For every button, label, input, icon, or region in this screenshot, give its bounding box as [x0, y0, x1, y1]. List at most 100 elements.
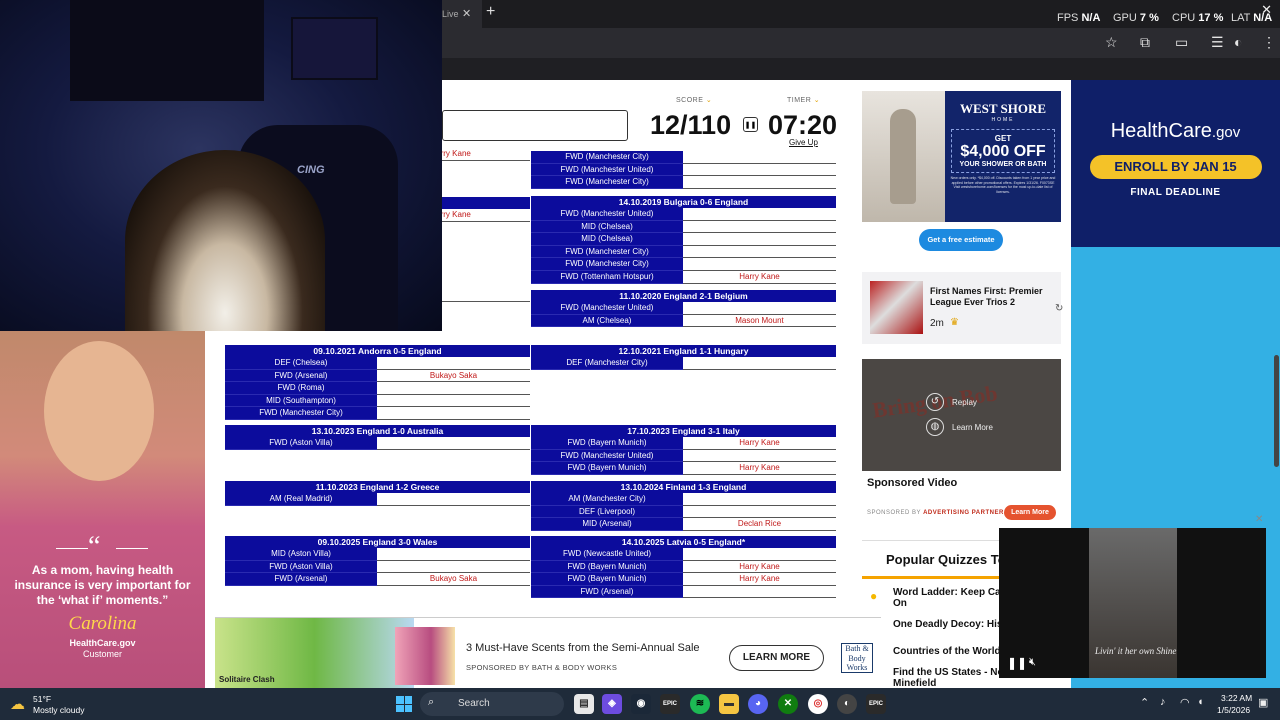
spotify-icon[interactable]: ≋ — [690, 694, 710, 714]
related-quiz-card[interactable]: First Names First: Premier League Ever T… — [862, 272, 1061, 344]
close-video-icon[interactable]: ✕ — [1255, 514, 1263, 525]
folder-icon[interactable]: ▬ — [719, 694, 739, 714]
tab-close-icon[interactable]: ✕ — [462, 7, 471, 20]
learn-more-control[interactable]: ◍ Learn More — [926, 418, 993, 436]
clock-time[interactable]: 3:22 AM — [1221, 693, 1252, 703]
scorer-answer: Bukayo Saka — [377, 369, 530, 383]
timer-label: TIMER ⌄ — [787, 97, 821, 104]
customer-role: Customer — [82, 649, 122, 659]
position-club: FWD (Bayern Munich) — [531, 437, 683, 450]
scorer-answer: Harry Kane — [683, 560, 836, 574]
bottom-ad-headline[interactable]: 3 Must-Have Scents from the Semi-Annual … — [466, 642, 700, 654]
extensions-icon[interactable]: ⧉ — [1140, 34, 1150, 51]
ad-panel: WEST SHORE HOME GET $4,000 OFF YOUR SHOW… — [945, 91, 1061, 222]
discord-icon[interactable]: ◕ — [748, 694, 768, 714]
menu-icon[interactable]: ⋮ — [1262, 34, 1276, 51]
new-tab-button[interactable]: + — [486, 3, 495, 21]
learn-more-button[interactable]: LEARN MORE — [729, 645, 824, 671]
free-estimate-button[interactable]: Get a free estimate — [919, 229, 1003, 251]
xbox-icon[interactable]: ✕ — [778, 694, 798, 714]
westshore-ad[interactable]: WEST SHORE HOME GET $4,000 OFF YOUR SHOW… — [862, 91, 1061, 222]
ad-offer: $4,000 OFF — [960, 143, 1046, 160]
match-header: 13.10.2024 Finland 1-3 England — [531, 481, 836, 493]
position-club: FWD (Tottenham Hotspur) — [531, 270, 683, 284]
star-icon[interactable]: ☆ — [1105, 34, 1118, 51]
refresh-icon[interactable]: ↻ — [1055, 303, 1063, 314]
scorer-answer — [377, 548, 530, 561]
reading-list-icon[interactable]: ☰ — [1211, 34, 1224, 51]
popular-title: Popular Quizzes To — [886, 552, 1006, 567]
window-close-icon[interactable]: ✕ — [1261, 2, 1272, 18]
sponsored-video-player[interactable]: Bring on Bob ↺ Replay ◍ Learn More — [862, 359, 1061, 471]
clock-date[interactable]: 1/5/2026 — [1217, 705, 1250, 715]
scorer-answer — [683, 449, 836, 463]
match-header: 17.10.2023 England 3-1 Italy — [531, 425, 836, 437]
start-button[interactable] — [396, 696, 412, 712]
match-block: 13.10.2023 England 1-0 Australia FWD (Ast… — [225, 425, 530, 450]
position-club: FWD (Manchester United) — [531, 163, 683, 177]
enroll-button[interactable]: ENROLL BY JAN 15 — [1089, 155, 1262, 179]
scorer-answer — [377, 394, 530, 408]
position-club: MID (Chelsea) — [531, 233, 683, 246]
volume-icon[interactable]: ◖ — [1197, 696, 1204, 708]
position-club: FWD (Manchester City) — [531, 258, 683, 271]
split-screen-icon[interactable]: ▭ — [1175, 34, 1188, 51]
answer-row: FWD (Arsenal) Bukayo Saka — [225, 573, 530, 586]
answer-row: FWD (Roma) — [225, 382, 530, 395]
match-block: 12.10.2021 England 1-1 Hungary DEF (Manch… — [531, 345, 836, 370]
replay-control[interactable]: ↺ Replay — [926, 393, 977, 411]
taskbar-search[interactable]: Search — [420, 692, 564, 716]
video-learn-more-button[interactable]: Learn More — [1004, 505, 1056, 520]
floating-video-player[interactable]: Livin' it her own Shine ❚❚ 🔇︎ — [999, 528, 1266, 678]
microphone-icon[interactable]: ♪ — [1160, 696, 1166, 708]
file-explorer-icon[interactable]: ▤ — [574, 694, 594, 714]
weather-temp[interactable]: 51°F — [33, 694, 51, 704]
replay-icon: ↺ — [926, 393, 944, 411]
answer-input[interactable] — [442, 110, 628, 141]
testimonial-site: HealthCare.gov — [69, 638, 136, 648]
scorer-answer — [683, 258, 836, 271]
recorder-icon[interactable]: ◐ — [837, 694, 857, 714]
bulb-icon: ● — [870, 589, 878, 603]
position-club: AM (Chelsea) — [531, 314, 683, 328]
mute-icon[interactable]: 🔇︎ — [1029, 656, 1036, 669]
epic-games-icon[interactable]: EPIC — [660, 694, 680, 714]
pause-button[interactable]: ❚❚ — [743, 117, 758, 132]
answer-row: MID (Aston Villa) — [225, 548, 530, 561]
position-club: FWD (Manchester City) — [531, 245, 683, 259]
epic-launcher-icon[interactable]: EPIC — [866, 694, 886, 714]
scorer-answer — [377, 407, 530, 420]
weather-icon[interactable]: ☁ — [10, 695, 25, 713]
browser-tab[interactable]: Live — [440, 0, 482, 28]
fps-readout: FPS N/A — [1057, 12, 1101, 24]
tray-overflow-icon[interactable]: ⌃ — [1140, 696, 1149, 709]
bottom-ad-strip[interactable]: Solitaire Clash 3 Must-Have Scents from … — [215, 617, 881, 689]
answer-row: FWD (Manchester City) — [225, 407, 530, 420]
healthcare-testimonial-ad[interactable]: “ As a mom, having health insurance is v… — [0, 331, 205, 688]
give-up-link[interactable]: Give Up — [789, 138, 818, 147]
game-ad-label: Solitaire Clash — [219, 675, 275, 684]
answer-row: FWD (Manchester City) — [531, 151, 836, 164]
scorer-answer — [377, 493, 530, 506]
bbw-logo: Bath & Body Works — [841, 643, 873, 673]
answer-row: MID (Southampton) — [225, 394, 530, 408]
pause-icon[interactable]: ❚❚ — [1007, 656, 1027, 670]
ad-fine-print: New orders only. *$4,000 off. Discounts … — [950, 176, 1056, 194]
copilot-icon[interactable]: ◈ — [602, 694, 622, 714]
steam-icon[interactable]: ◉ — [631, 694, 651, 714]
healthcare-ad[interactable]: HealthCare.gov ENROLL BY JAN 15 FINAL DE… — [1071, 80, 1280, 247]
ad-brand: WEST SHORE — [959, 101, 1047, 116]
wifi-icon[interactable]: ◠ — [1180, 696, 1190, 709]
profile-icon[interactable]: ◐ — [1234, 34, 1242, 50]
weather-desc[interactable]: Mostly cloudy — [33, 705, 85, 715]
answer-row: FWD (Manchester United) — [531, 163, 836, 177]
position-club: FWD (Manchester United) — [531, 302, 683, 315]
page-scrollbar[interactable] — [1274, 355, 1279, 467]
search-icon: ⌕ — [428, 696, 435, 708]
chrome-icon[interactable]: ◎ — [808, 694, 828, 714]
answer-row: FWD (Bayern Munich) Harry Kane — [531, 573, 836, 586]
match-header: 11.10.2023 England 1-2 Greece — [225, 481, 530, 493]
scorer-answer: Harry Kane — [683, 270, 836, 284]
notifications-icon[interactable]: ▣ — [1258, 696, 1268, 709]
position-club: DEF (Liverpool) — [531, 505, 683, 519]
